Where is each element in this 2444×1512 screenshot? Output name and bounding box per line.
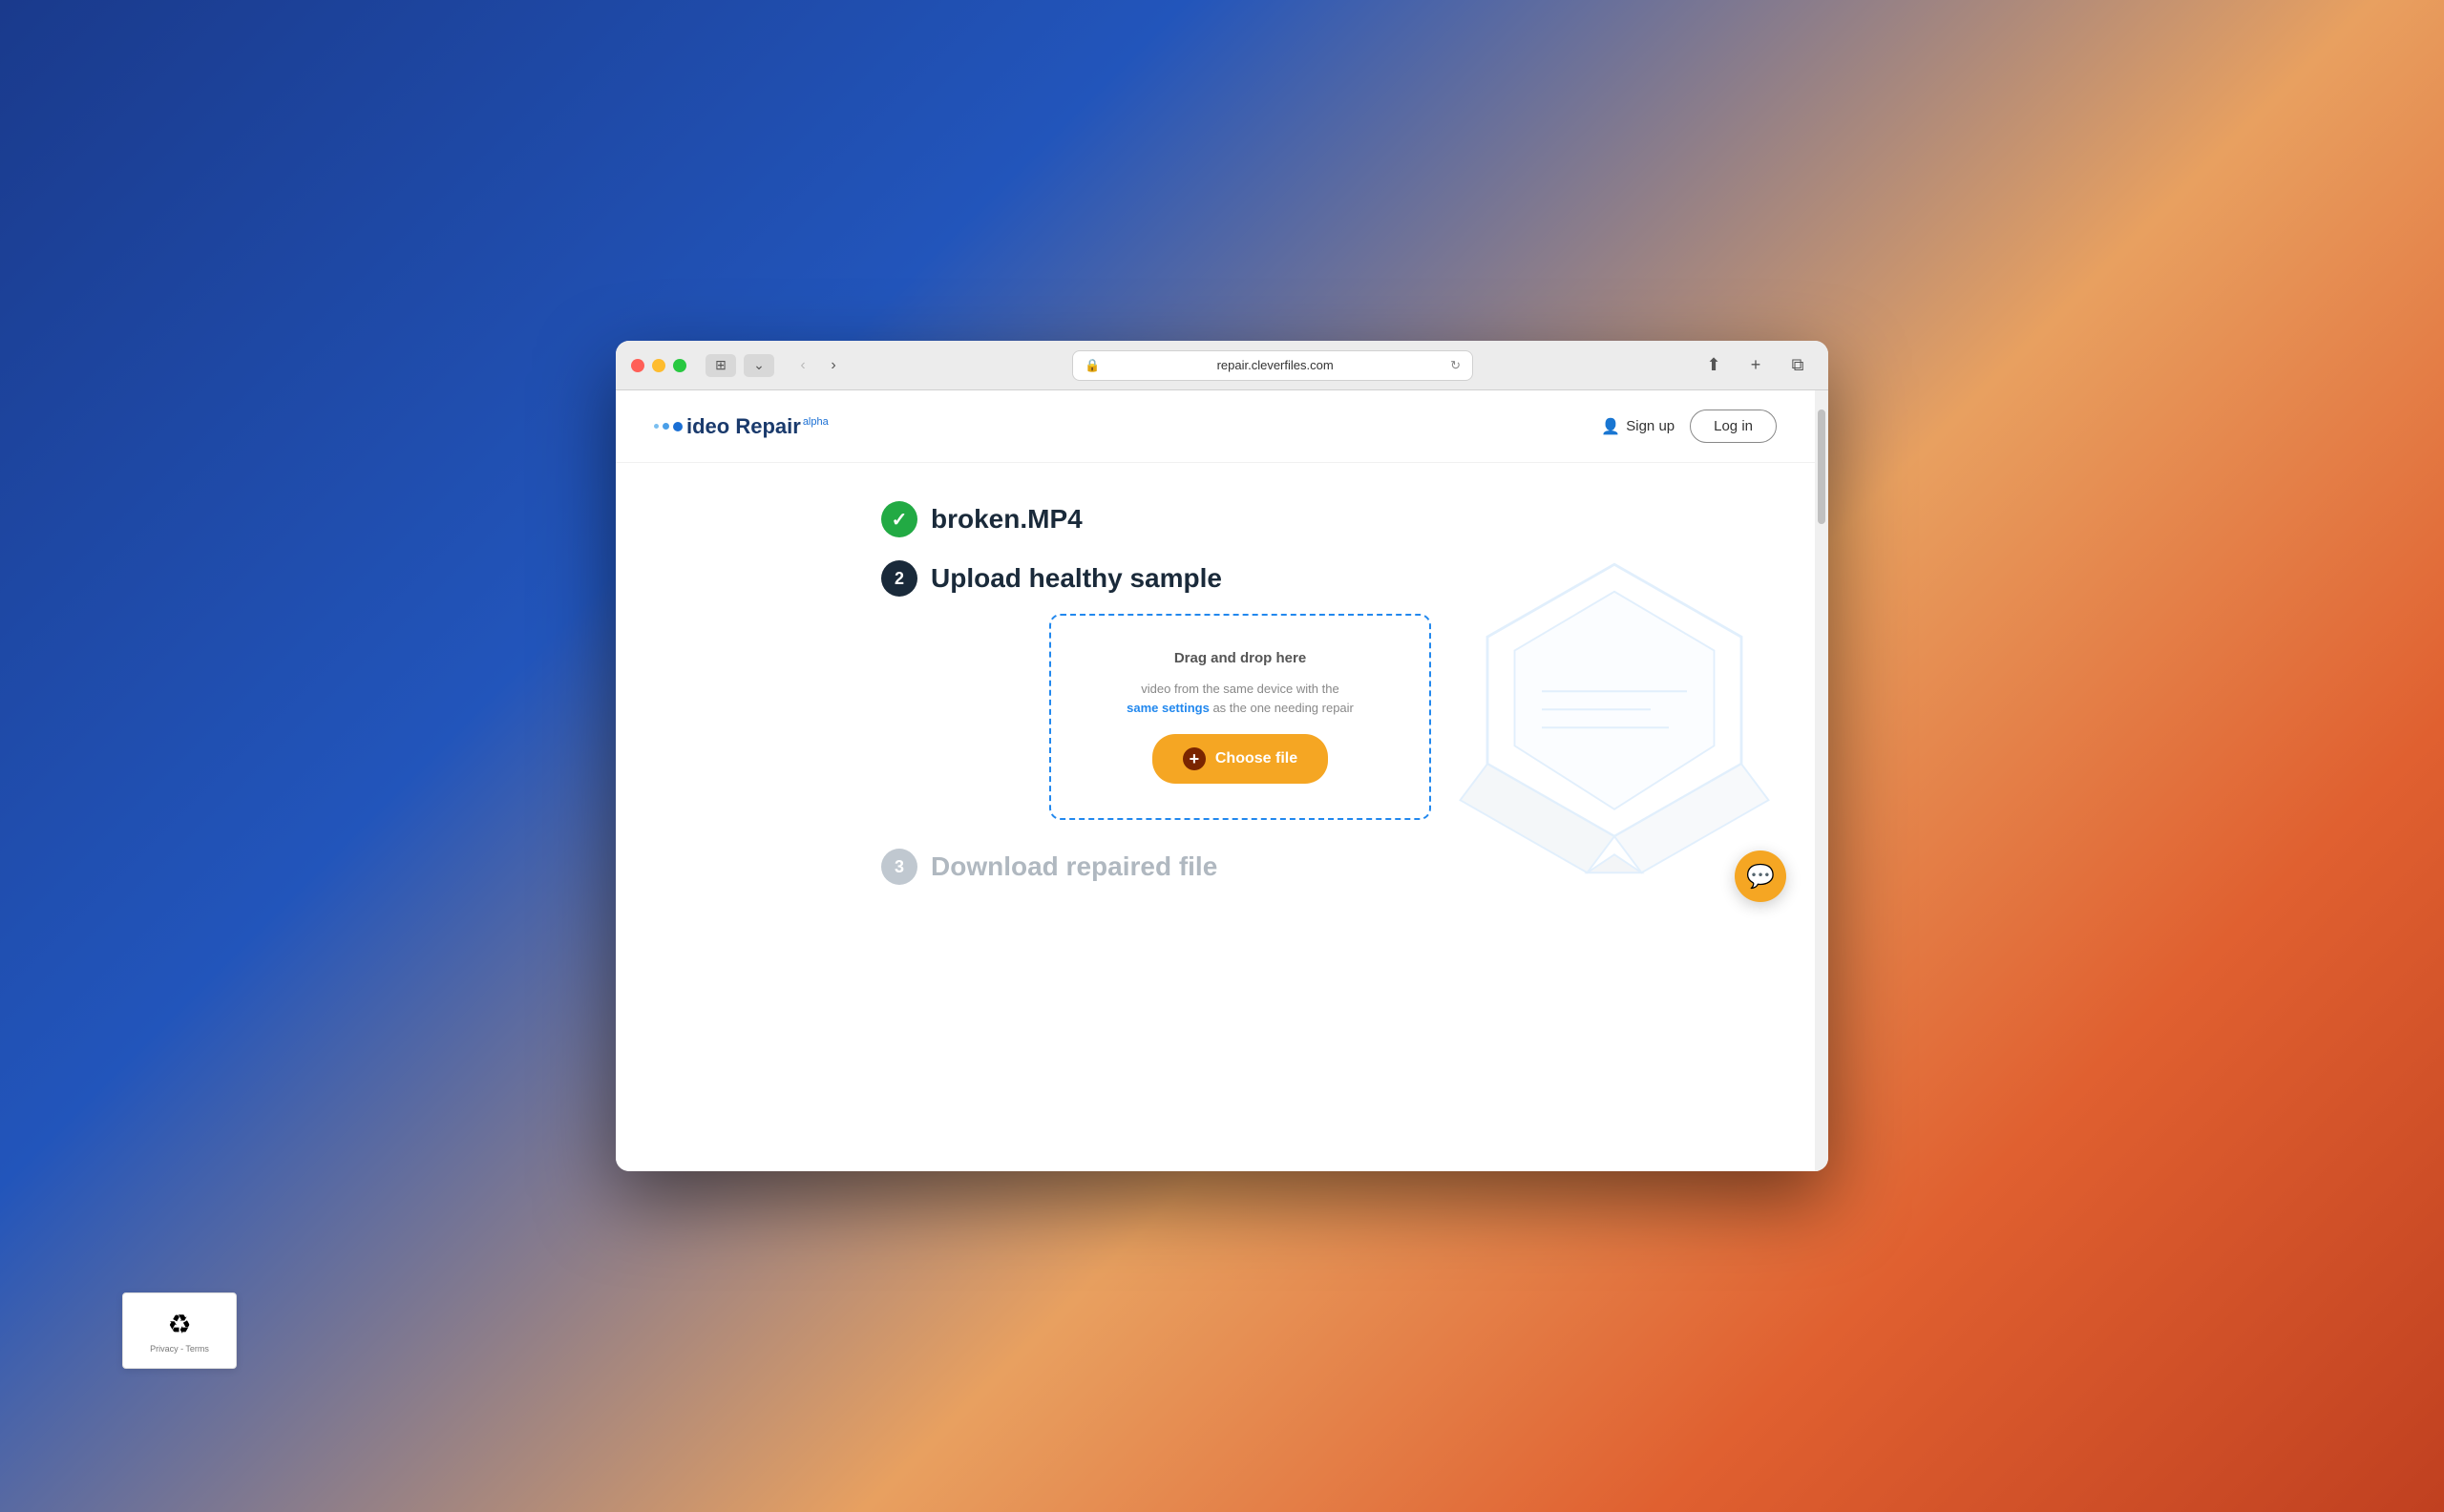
helper-text: video from the same device with the same…	[1127, 680, 1354, 717]
forward-button[interactable]: ›	[820, 352, 847, 379]
sidebar-toggle-button[interactable]: ⊞	[706, 354, 736, 377]
helper-line1: video from the same device with the	[1141, 682, 1338, 696]
layout-toggle-button[interactable]: ⌄	[744, 354, 774, 377]
scrollbar-track[interactable]	[1815, 390, 1828, 1171]
background-illustration	[1433, 463, 1796, 892]
titlebar: ⊞ ⌄ ‹ › 🔒 repair.cleverfiles.com ↻ ⬆ + ⧉	[616, 341, 1828, 390]
helper-line2: as the one needing repair	[1212, 701, 1353, 715]
window-body: ideo Repairalpha 👤 Sign up Log in	[616, 390, 1828, 1171]
step3-title: Download repaired file	[931, 851, 1217, 882]
recaptcha-box: ♻ Privacy - Terms	[122, 1292, 237, 1369]
chat-button[interactable]: 💬	[1735, 850, 1786, 902]
signup-button[interactable]: 👤 Sign up	[1601, 417, 1675, 436]
step2-title: Upload healthy sample	[931, 563, 1222, 594]
nav-arrows: ‹ ›	[790, 352, 847, 379]
recaptcha-text: Privacy - Terms	[150, 1344, 209, 1354]
address-bar-wrapper: 🔒 repair.cleverfiles.com ↻	[858, 350, 1687, 381]
back-button[interactable]: ‹	[790, 352, 816, 379]
drag-drop-text: Drag and drop here	[1174, 650, 1306, 666]
window-controls: ⊞ ⌄	[706, 354, 774, 377]
new-tab-button[interactable]: +	[1740, 350, 1771, 381]
url-text: repair.cleverfiles.com	[1107, 358, 1443, 372]
step3-number: 3	[895, 857, 904, 877]
recaptcha-logo-icon: ♻	[167, 1309, 191, 1340]
step1-filename: broken.MP4	[931, 504, 1083, 535]
share-button[interactable]: ⬆	[1698, 350, 1729, 381]
traffic-lights	[631, 359, 686, 372]
logo-text: ideo Repairalpha	[686, 414, 829, 439]
browser-window: ⊞ ⌄ ‹ › 🔒 repair.cleverfiles.com ↻ ⬆ + ⧉	[616, 341, 1828, 1171]
tabs-overview-button[interactable]: ⧉	[1782, 350, 1813, 381]
logo-dot-1	[654, 424, 659, 429]
logo-dot-2	[663, 423, 669, 430]
main-content: ✓ broken.MP4 2 Upload healthy sample Dra…	[616, 463, 1815, 940]
page-header: ideo Repairalpha 👤 Sign up Log in	[616, 390, 1815, 463]
step2-number: 2	[895, 569, 904, 589]
scrollbar-thumb[interactable]	[1818, 410, 1825, 524]
page-content: ideo Repairalpha 👤 Sign up Log in	[616, 390, 1815, 1171]
lock-icon: 🔒	[1085, 358, 1100, 373]
logo: ideo Repairalpha	[654, 414, 829, 439]
logo-dot-3	[673, 422, 683, 431]
choose-file-label: Choose file	[1215, 750, 1297, 767]
logo-name: ideo Repair	[686, 414, 801, 438]
check-mark-icon: ✓	[892, 508, 908, 532]
signup-label: Sign up	[1626, 418, 1675, 434]
toolbar-right: ⬆ + ⧉	[1698, 350, 1813, 381]
logo-dots	[654, 422, 683, 431]
logo-alpha: alpha	[803, 416, 829, 428]
step1-check-circle: ✓	[881, 501, 917, 537]
fullscreen-button[interactable]	[673, 359, 686, 372]
user-icon: 👤	[1601, 417, 1620, 436]
minimize-button[interactable]	[652, 359, 665, 372]
step2-number-circle: 2	[881, 560, 917, 597]
step3-number-circle: 3	[881, 849, 917, 885]
reload-button[interactable]: ↻	[1450, 358, 1461, 373]
choose-file-button[interactable]: + Choose file	[1152, 734, 1328, 784]
plus-icon: +	[1183, 747, 1206, 770]
login-button[interactable]: Log in	[1690, 410, 1777, 443]
address-bar[interactable]: 🔒 repair.cleverfiles.com ↻	[1072, 350, 1473, 381]
close-button[interactable]	[631, 359, 644, 372]
dropzone[interactable]: Drag and drop here video from the same d…	[1049, 614, 1431, 820]
header-nav: 👤 Sign up Log in	[1601, 410, 1777, 443]
helper-highlight: same settings	[1127, 701, 1210, 715]
chat-icon: 💬	[1746, 863, 1775, 891]
